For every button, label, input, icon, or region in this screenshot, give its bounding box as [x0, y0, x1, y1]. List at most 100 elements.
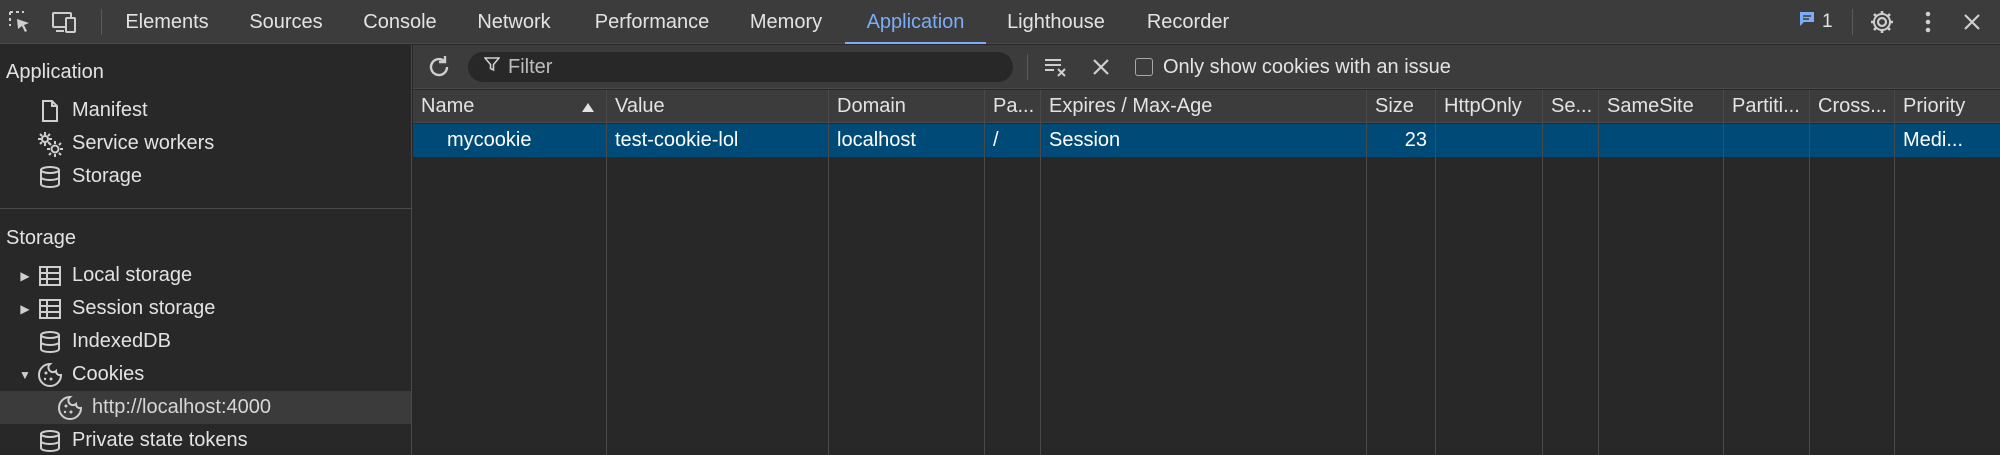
cell-value[interactable]: test-cookie-lol [607, 124, 828, 157]
tab-application[interactable]: Application [845, 0, 986, 44]
column-divider[interactable] [1894, 90, 1895, 455]
column-header-domain[interactable]: Domain [829, 90, 984, 123]
column-divider[interactable] [1598, 90, 1599, 455]
checkbox-box[interactable] [1135, 58, 1153, 76]
column-header-cross-site[interactable]: Cross... [1810, 90, 1894, 123]
filter-field[interactable] [468, 52, 1013, 82]
tab-recorder[interactable]: Recorder [1127, 0, 1249, 44]
document-icon [36, 97, 64, 125]
tab-network[interactable]: Network [460, 0, 568, 44]
cell-path[interactable]: / [985, 124, 1040, 157]
sidebar-item-label: Private state tokens [72, 429, 248, 451]
issues-count: 1 [1822, 11, 1833, 32]
gear-icon[interactable] [1868, 8, 1896, 36]
sidebar-divider [0, 208, 412, 209]
column-divider[interactable] [984, 90, 985, 455]
column-header-priority[interactable]: Priority [1895, 90, 2000, 123]
column-divider[interactable] [1809, 90, 1810, 455]
cookie-icon [56, 394, 84, 422]
sidebar-item-session-storage[interactable]: ▶ Session storage [0, 292, 411, 325]
toolbar-separator [1027, 54, 1028, 80]
sidebar-item-local-storage[interactable]: ▶ Local storage [0, 259, 411, 292]
expand-arrow-icon[interactable]: ▶ [18, 302, 32, 316]
cookies-table: Name Value Domain Pa... Expires / Max-Ag… [413, 90, 2000, 455]
cell-httponly[interactable] [1436, 124, 1542, 157]
sidebar-item-service-workers[interactable]: Service workers [0, 127, 411, 160]
expand-arrow-icon[interactable]: ▶ [18, 269, 32, 283]
column-divider[interactable] [606, 90, 607, 455]
more-options-icon[interactable] [1914, 8, 1942, 36]
database-icon [36, 163, 64, 191]
issues-icon [1798, 10, 1816, 34]
column-header-secure[interactable]: Se... [1543, 90, 1598, 123]
table-icon [36, 262, 64, 290]
cell-priority[interactable]: Medi... [1895, 124, 2000, 157]
sidebar-item-label: IndexedDB [72, 330, 171, 352]
column-header-path[interactable]: Pa... [985, 90, 1040, 123]
tab-memory[interactable]: Memory [737, 0, 835, 44]
sort-ascending-icon [582, 103, 594, 112]
database-icon [36, 427, 64, 455]
filter-icon [483, 56, 501, 78]
sidebar-item-label: Session storage [72, 297, 216, 319]
column-header-name[interactable]: Name [413, 90, 606, 123]
devtools-toolbar: Elements Sources Console Network Perform… [0, 0, 2000, 44]
column-divider[interactable] [1040, 90, 1041, 455]
tab-elements[interactable]: Elements [111, 0, 223, 44]
column-divider[interactable] [1366, 90, 1367, 455]
sidebar-item-indexeddb[interactable]: IndexedDB [0, 325, 411, 358]
column-header-samesite[interactable]: SameSite [1599, 90, 1723, 123]
tab-performance[interactable]: Performance [577, 0, 727, 44]
cookie-icon [36, 361, 64, 389]
select-element-icon[interactable] [6, 8, 34, 36]
cookies-panel: Only show cookies with an issue Name Val… [413, 45, 2000, 455]
cell-samesite[interactable] [1599, 124, 1723, 157]
column-header-expires[interactable]: Expires / Max-Age [1041, 90, 1366, 123]
column-header-size[interactable]: Size [1367, 90, 1435, 123]
gears-icon [36, 130, 64, 158]
refresh-icon[interactable] [425, 53, 453, 81]
sidebar-item-storage[interactable]: Storage [0, 160, 411, 193]
sidebar-item-label: Local storage [72, 264, 193, 286]
close-icon[interactable] [1958, 8, 1986, 36]
sidebar-item-localhost-cookies[interactable]: http://localhost:4000 [0, 391, 411, 424]
column-header-httponly[interactable]: HttpOnly [1436, 90, 1542, 123]
cell-domain[interactable]: localhost [829, 124, 984, 157]
sidebar-item-manifest[interactable]: Manifest [0, 94, 411, 127]
cell-size[interactable]: 23 [1367, 124, 1435, 157]
only-issues-checkbox[interactable]: Only show cookies with an issue [1135, 45, 1451, 89]
cookies-filter-toolbar: Only show cookies with an issue [413, 45, 2000, 89]
cell-cross-site[interactable] [1810, 124, 1894, 157]
sidebar-section-title-application: Application [6, 61, 104, 83]
tab-lighthouse[interactable]: Lighthouse [995, 0, 1117, 44]
column-divider[interactable] [1723, 90, 1724, 455]
application-sidebar: Application Manifest Service workers Sto… [0, 45, 412, 455]
column-divider[interactable] [828, 90, 829, 455]
tab-sources[interactable]: Sources [232, 0, 340, 44]
cell-secure[interactable] [1543, 124, 1598, 157]
delete-selected-icon[interactable] [1087, 53, 1115, 81]
cell-partition-key[interactable] [1724, 124, 1809, 157]
sidebar-item-label: Manifest [72, 99, 148, 121]
sidebar-item-private-state-tokens[interactable]: Private state tokens [0, 424, 411, 455]
tab-console[interactable]: Console [350, 0, 450, 44]
only-issues-label: Only show cookies with an issue [1163, 55, 1451, 78]
sidebar-item-label: http://localhost:4000 [92, 396, 272, 418]
filter-input[interactable] [508, 55, 988, 79]
collapse-arrow-icon[interactable]: ▼ [18, 368, 32, 382]
toolbar-separator [1852, 9, 1853, 35]
sidebar-item-label: Service workers [72, 132, 215, 154]
column-divider[interactable] [1542, 90, 1543, 455]
cell-name[interactable]: mycookie [413, 124, 606, 157]
table-icon [36, 295, 64, 323]
issues-counter[interactable]: 1 [1798, 0, 1833, 44]
sidebar-item-label: Storage [72, 165, 143, 187]
device-toolbar-icon[interactable] [50, 8, 78, 36]
column-header-value[interactable]: Value [607, 90, 828, 123]
column-header-partition-key[interactable]: Partiti... [1724, 90, 1809, 123]
column-divider[interactable] [1435, 90, 1436, 455]
cell-expires[interactable]: Session [1041, 124, 1366, 157]
sidebar-item-label: Cookies [72, 363, 145, 385]
sidebar-item-cookies[interactable]: ▼ Cookies [0, 358, 411, 391]
clear-all-cookies-icon[interactable] [1041, 53, 1071, 81]
